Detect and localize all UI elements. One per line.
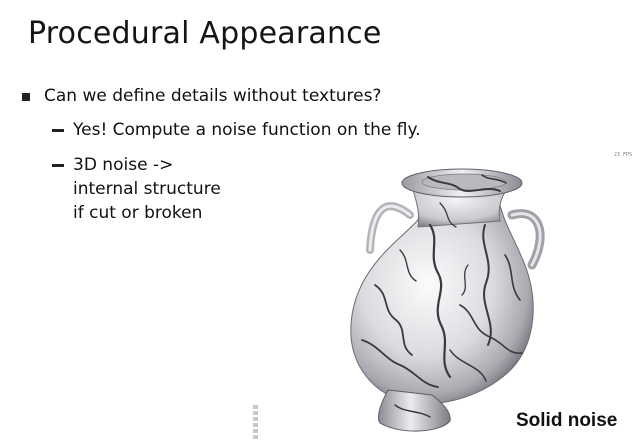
dash-icon bbox=[52, 164, 64, 167]
sub-bullet-item-2: 3D noise -> internal structure if cut or… bbox=[52, 153, 221, 225]
bullet-item: Can we define details without textures? bbox=[22, 84, 381, 108]
toolbar-tick bbox=[253, 423, 258, 427]
render-caption: Solid noise bbox=[516, 410, 618, 431]
toolbar-tick bbox=[253, 417, 258, 421]
sub-bullet-line-2: internal structure bbox=[73, 179, 221, 199]
slide: Procedural Appearance Can we define deta… bbox=[0, 0, 634, 446]
fps-counter: 23 FPS bbox=[614, 152, 633, 158]
square-bullet-icon bbox=[22, 92, 30, 101]
sub-bullet-line-1: 3D noise -> bbox=[73, 155, 174, 175]
sub-bullet-item-1: Yes! Compute a noise function on the fly… bbox=[52, 118, 421, 142]
sub-bullet-text-1: Yes! Compute a noise function on the fly… bbox=[73, 120, 421, 140]
dash-icon bbox=[52, 129, 64, 132]
toolbar-tick bbox=[253, 411, 258, 415]
toolbar-tick bbox=[253, 405, 258, 409]
slide-title: Procedural Appearance bbox=[28, 16, 382, 51]
bullet-text: Can we define details without textures? bbox=[44, 86, 382, 106]
viewer-toolbar-strip bbox=[253, 405, 258, 439]
marble-vase-render-icon bbox=[350, 168, 545, 432]
toolbar-tick bbox=[253, 429, 258, 433]
sub-bullet-text-2: 3D noise -> internal structure if cut or… bbox=[73, 153, 221, 225]
sub-bullet-line-3: if cut or broken bbox=[73, 203, 203, 223]
toolbar-tick bbox=[253, 435, 258, 439]
